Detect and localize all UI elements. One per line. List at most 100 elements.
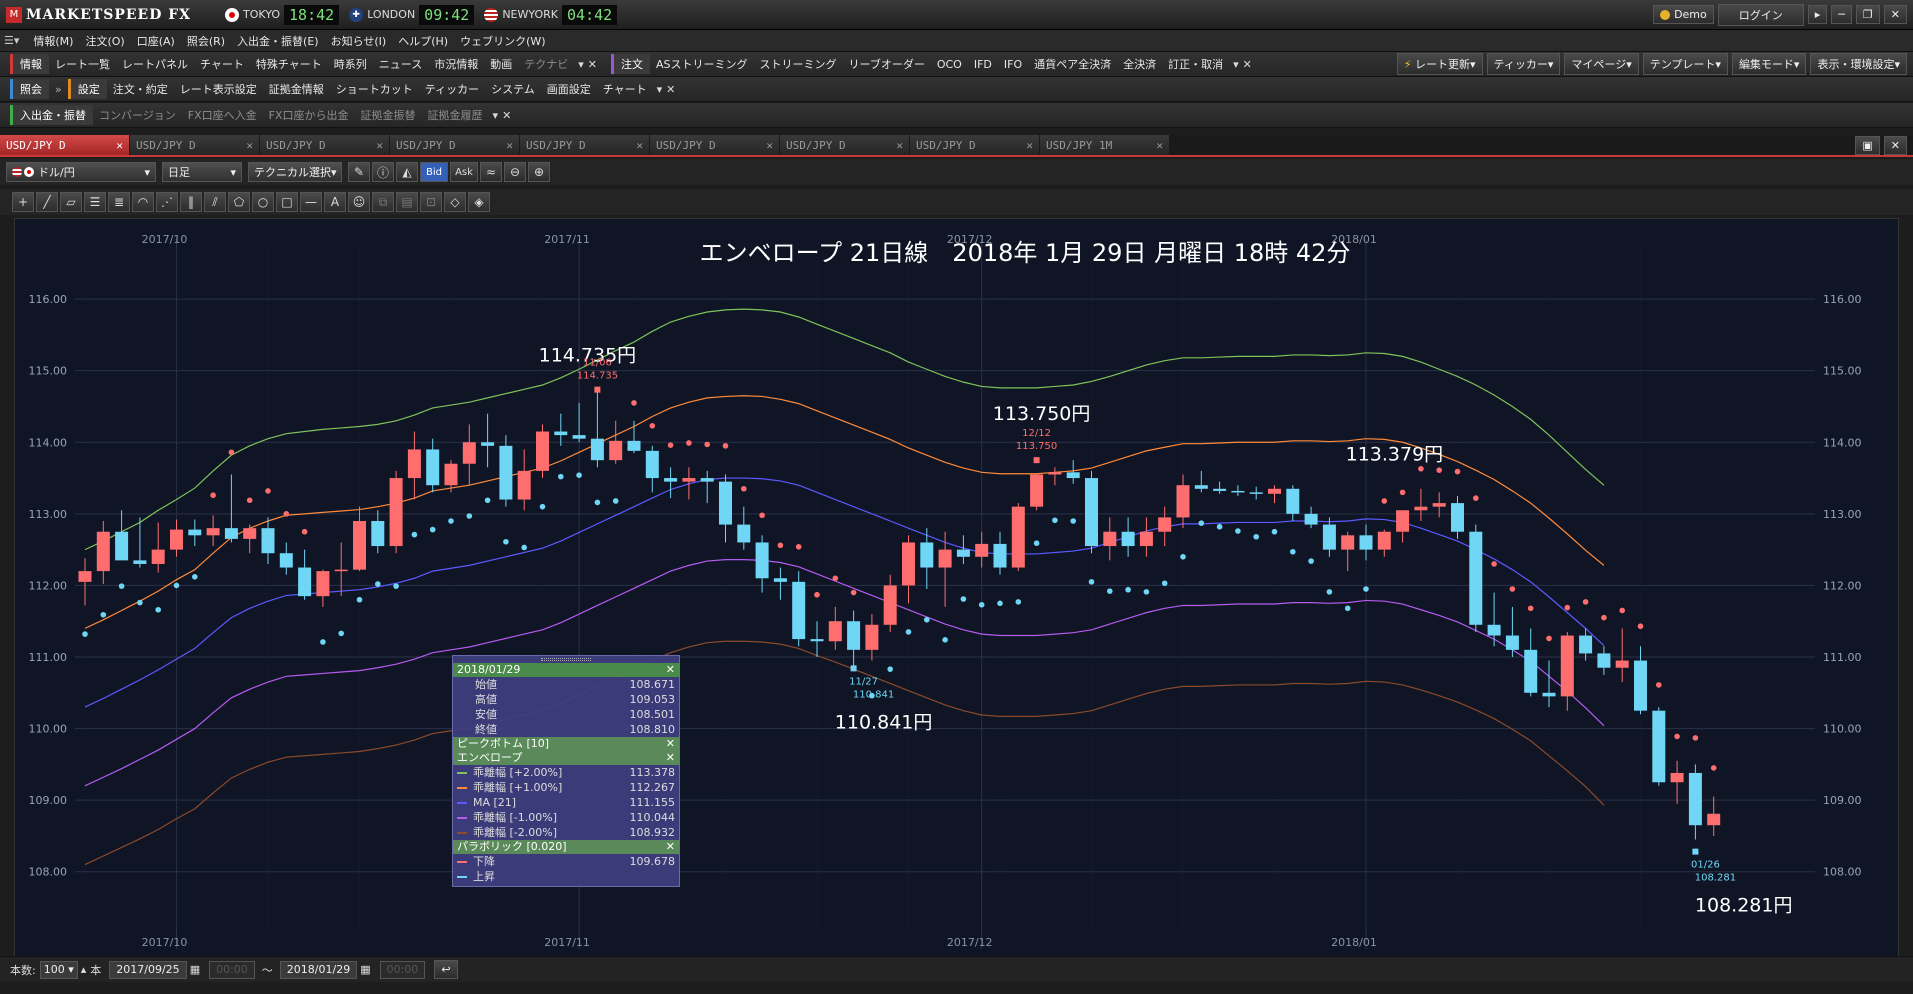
price-chart[interactable]: 116.00 116.00 115.00 115.00 114.00 114.00 113.… [15,219,1900,959]
indicator-info-panel[interactable]: 2018/01/29 ✕ 始値 108.671 高値 109.053 安値 108.50… [452,655,680,887]
paste-icon[interactable]: ▤ [396,192,418,212]
tb-fx-withdraw[interactable]: FX口座から出金 [263,107,355,123]
close-tab-icon[interactable]: ✕ [1156,139,1163,152]
tb-video[interactable]: 動画 [484,56,518,72]
stamp-icon[interactable]: ☺ [348,192,370,212]
tb-rate-panel[interactable]: レートパネル [116,56,194,72]
tb-leave-order[interactable]: リーブオーダー [843,56,931,72]
tb-as-streaming[interactable]: ASストリーミング [650,56,754,72]
rate-update-button[interactable]: ⚡ レート更新▾ [1396,53,1483,75]
close-icon[interactable]: ✕ [1883,5,1907,24]
copy-icon[interactable]: ⧉ [372,192,394,212]
close-tab-icon[interactable]: ✕ [506,139,513,152]
tb-rate-list[interactable]: レート一覧 [49,56,116,72]
close-group-icon[interactable]: ✕ [666,83,675,96]
close-icon[interactable]: ✕ [666,840,675,854]
eraser-all-icon[interactable]: ◈ [468,192,490,212]
technical-select[interactable]: テクニカル選択 ▾ [248,162,342,182]
close-icon[interactable]: ✕ [666,751,675,765]
tb-oco[interactable]: OCO [931,58,968,71]
eraser-icon[interactable]: ◇ [444,192,466,212]
drag-handle[interactable] [453,656,679,663]
menu-order[interactable]: 注文(O) [79,33,130,49]
tb-screen-settings[interactable]: 画面設定 [541,81,597,97]
close-group-icon[interactable]: ✕ [1243,58,1252,71]
horizontal-lines-icon[interactable]: ☰ [84,192,106,212]
mypage-button[interactable]: マイページ▾ [1564,53,1639,75]
horizontal-line-icon[interactable]: — [300,192,322,212]
tb-chart-settings[interactable]: チャート [597,81,653,97]
tb-order-exec[interactable]: 注文・約定 [107,81,174,97]
dropdown-icon[interactable]: ▾ [657,83,663,96]
close-tab-icon[interactable]: ✕ [1026,139,1033,152]
collapse-icon[interactable]: » [55,83,62,96]
tb-streaming[interactable]: ストリーミング [754,56,843,72]
bid-button[interactable]: Bid [420,162,448,182]
tb-market-info[interactable]: 市況情報 [428,56,484,72]
display-settings-button[interactable]: 表示・環境設定▾ [1810,53,1907,75]
to-date-input[interactable]: 2018/01/29 [279,960,358,979]
close-tab-icon[interactable]: ✕ [636,139,643,152]
close-tab-icon[interactable]: ✕ [766,139,773,152]
close-tab-icon[interactable]: ✕ [116,139,123,152]
chart-tab[interactable]: USD/JPY D ✕ [650,135,779,155]
edit-mode-button[interactable]: 編集モード▾ [1731,53,1807,75]
calendar-icon[interactable]: ▦ [190,963,200,976]
tb-conversion[interactable]: コンバージョン [93,107,182,123]
demo-badge[interactable]: Demo [1653,5,1714,24]
channel-icon[interactable]: ⫽ [204,192,226,212]
tb-all-settle[interactable]: 全決済 [1117,56,1162,72]
close-group-icon[interactable]: ✕ [502,109,511,122]
ruler-icon[interactable]: ▱ [60,192,82,212]
dropdown-icon[interactable]: ▾ [578,58,584,71]
close-icon[interactable]: ✕ [666,737,675,751]
select-icon[interactable]: ⊡ [420,192,442,212]
dropdown-icon[interactable]: ▾ [1233,58,1239,71]
chart-tab[interactable]: USD/JPY D ✕ [0,135,129,155]
minimize-icon[interactable]: ─ [1831,5,1852,24]
ticker-button[interactable]: ティッカー▾ [1486,53,1561,75]
menu-inquiry[interactable]: 照会(R) [181,33,231,49]
tb-pair-settle[interactable]: 通貨ペア全決済 [1028,56,1117,72]
area-chart-icon[interactable]: ◭ [396,162,418,182]
close-group-icon[interactable]: ✕ [588,58,597,71]
text-icon[interactable]: A [324,192,346,212]
chart-tab[interactable]: USD/JPY D ✕ [390,135,519,155]
tb-news[interactable]: ニュース [373,56,428,72]
ask-button[interactable]: Ask [450,162,478,182]
zoom-out-icon[interactable]: ⊖ [504,162,526,182]
from-date-input[interactable]: 2017/09/25 [109,960,187,979]
calendar-icon[interactable]: ▦ [360,963,370,976]
chart-tab[interactable]: USD/JPY D ✕ [260,135,389,155]
login-arrow-icon[interactable]: ▸ [1807,5,1828,24]
menu-deposit[interactable]: 入出金・振替(E) [231,33,325,49]
info-icon[interactable]: ⓘ [372,162,394,182]
menu-account[interactable]: 口座(A) [131,33,181,49]
period-select[interactable]: 日足 ▾ [162,162,242,182]
restore-icon[interactable]: ❐ [1855,5,1880,24]
close-tab-icon[interactable]: ✕ [376,139,383,152]
tb-margin-transfer[interactable]: 証拠金振替 [355,107,422,123]
zoom-in-icon[interactable]: ⊕ [528,162,550,182]
chart-tab[interactable]: USD/JPY D ✕ [780,135,909,155]
rectangle-icon[interactable]: □ [276,192,298,212]
tb-margin-info[interactable]: 証拠金情報 [263,81,330,97]
maximize-chart-icon[interactable]: ▣ [1855,135,1880,155]
circle-icon[interactable]: ○ [252,192,274,212]
count-input[interactable]: 100 ▾ [39,960,78,979]
chart-tab[interactable]: USD/JPY D ✕ [910,135,1039,155]
chart-area[interactable]: 116.00 116.00 115.00 115.00 114.00 114.00 113.… [14,218,1899,958]
wave-icon[interactable]: ≈ [480,162,502,182]
tb-modify-cancel[interactable]: 訂正・取消 [1162,56,1229,72]
tb-ifd[interactable]: IFD [968,58,998,71]
tb-chart[interactable]: チャート [194,56,250,72]
count-stepper-icon[interactable]: ▴ [81,963,87,976]
crosshair-icon[interactable]: + [12,192,34,212]
trendline-icon[interactable]: ╱ [36,192,58,212]
dropdown-icon[interactable]: ▾ [493,109,499,122]
currency-pair-select[interactable]: ドル/円 ▾ [6,162,156,182]
fibonacci-icon[interactable]: ≣ [108,192,130,212]
close-tab-icon[interactable]: ✕ [246,139,253,152]
tb-rate-display[interactable]: レート表示設定 [174,81,263,97]
tb-ticker[interactable]: ティッカー [419,81,485,97]
